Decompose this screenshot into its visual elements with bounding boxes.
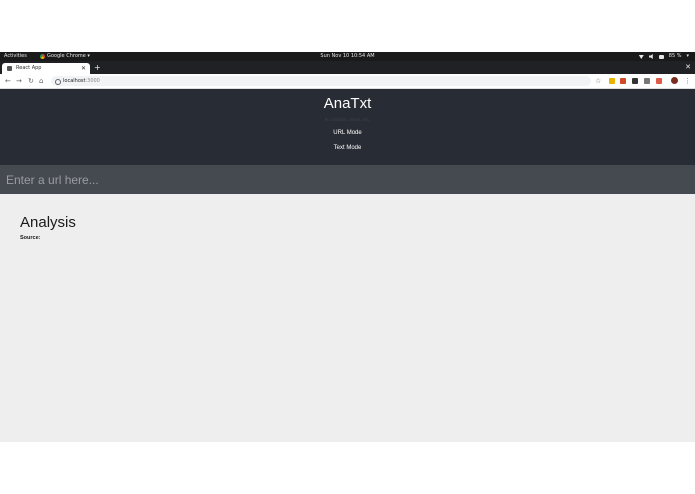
battery-level: 85 % — [668, 53, 682, 59]
new-tab-button[interactable]: + — [94, 62, 101, 73]
bookmark-star-icon[interactable]: ☆ — [595, 76, 601, 86]
site-info-icon[interactable] — [55, 78, 61, 85]
tab-title: React App — [16, 65, 42, 71]
extension-icon[interactable] — [609, 78, 615, 84]
browser-tab[interactable]: React App ✕ — [2, 63, 90, 74]
favicon-icon — [7, 66, 12, 71]
volume-icon — [648, 54, 653, 59]
app-logo: AnaTxt — [323, 95, 372, 112]
tab-strip: React App ✕ + ✕ — [0, 61, 695, 74]
extension-icon[interactable] — [656, 78, 662, 84]
extension-icon[interactable] — [632, 78, 638, 84]
url-text: localhost:3000 — [63, 78, 100, 84]
app-tagline: An analysis, ideas, etc. — [324, 117, 371, 122]
analysis-section: Analysis Source: — [0, 194, 695, 442]
system-tray[interactable]: 85 % ▾ — [638, 52, 689, 61]
analysis-title: Analysis — [20, 214, 76, 231]
extension-icon[interactable] — [644, 78, 650, 84]
screenshot: Activities Google Chrome ▾ Sun Nov 10 10… — [0, 52, 695, 442]
url-input[interactable] — [0, 165, 695, 194]
home-icon[interactable]: ⌂ — [39, 76, 43, 86]
extension-icon[interactable] — [620, 78, 626, 84]
menu-kebab-icon[interactable]: ⋮ — [684, 76, 691, 86]
forward-arrow-icon[interactable]: → — [16, 76, 22, 86]
wifi-icon — [638, 55, 644, 59]
clock[interactable]: Sun Nov 10 10:54 AM — [0, 52, 695, 61]
reload-icon[interactable]: ↻ — [28, 76, 34, 86]
window-close-icon[interactable]: ✕ — [685, 62, 691, 73]
profile-avatar[interactable] — [671, 77, 678, 84]
tab-close-icon[interactable]: ✕ — [81, 63, 86, 74]
battery-icon — [658, 54, 664, 59]
back-arrow-icon[interactable]: ← — [5, 76, 11, 86]
source-label: Source: — [20, 235, 41, 241]
browser-toolbar: ← → ↻ ⌂ localhost:3000 ☆ ⋮ — [0, 74, 695, 89]
text-mode-link[interactable]: Text Mode — [0, 145, 695, 151]
tray-chevron-icon: ▾ — [686, 53, 689, 59]
url-mode-link[interactable]: URL Mode — [0, 130, 695, 136]
address-bar[interactable]: localhost:3000 — [51, 76, 591, 86]
os-top-bar: Activities Google Chrome ▾ Sun Nov 10 10… — [0, 52, 695, 61]
app-header: AnaTxt An analysis, ideas, etc. URL Mode… — [0, 89, 695, 165]
